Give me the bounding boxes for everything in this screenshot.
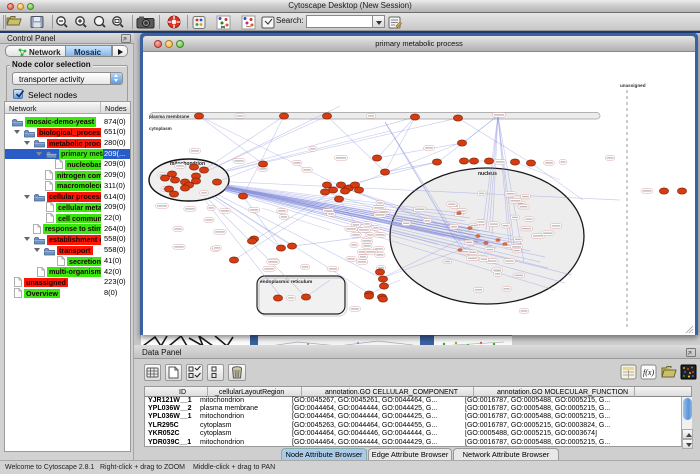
svg-text:cytoplasm: cytoplasm — [149, 126, 172, 131]
svg-text:unassigned: unassigned — [620, 83, 646, 88]
svg-text:f(x): f(x) — [643, 368, 654, 377]
svg-text:nucleus: nucleus — [478, 171, 497, 177]
svg-text:plasma membrane: plasma membrane — [149, 114, 190, 119]
